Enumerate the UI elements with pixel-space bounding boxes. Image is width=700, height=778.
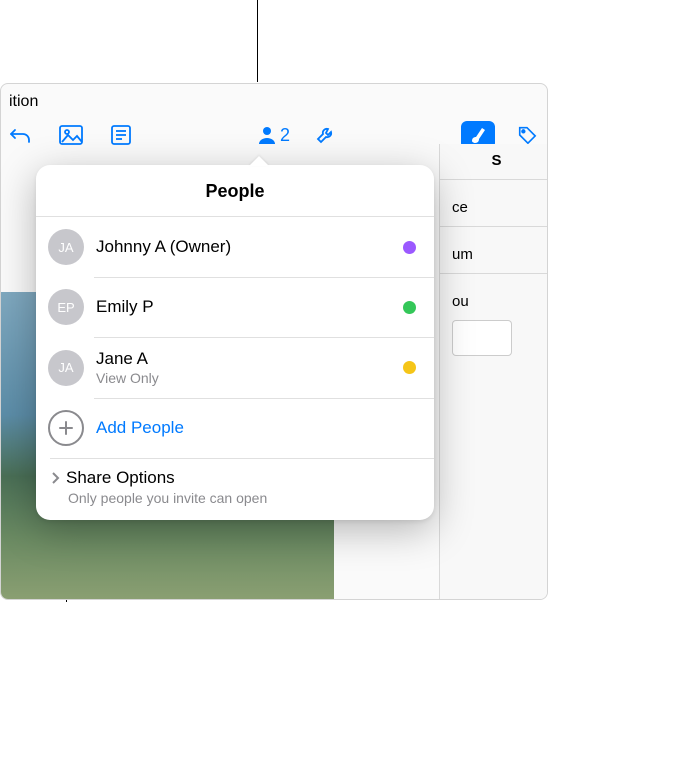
avatar: JA — [48, 350, 84, 386]
share-options-row[interactable]: Share Options Only people you invite can… — [36, 458, 434, 520]
inspector-row-column[interactable]: um — [440, 227, 547, 274]
inspector-row-appearance[interactable]: ce — [440, 180, 547, 227]
collaboration-button[interactable]: 2 — [256, 124, 290, 146]
undo-icon[interactable] — [7, 121, 35, 149]
tools-icon[interactable] — [312, 121, 340, 149]
presence-dot — [403, 241, 416, 254]
share-options-title: Share Options — [66, 468, 175, 488]
callout-line-top — [257, 0, 258, 82]
presence-dot — [403, 361, 416, 374]
popover-arrow — [249, 156, 269, 166]
presence-dot — [403, 301, 416, 314]
plus-icon — [48, 410, 84, 446]
person-permission: View Only — [96, 370, 395, 386]
avatar: EP — [48, 289, 84, 325]
add-people-row[interactable]: Add People — [36, 398, 434, 458]
inspector-row-layout[interactable]: ou — [440, 274, 547, 366]
person-name: Johnny A (Owner) — [96, 237, 395, 257]
inspector-panel: S ce um ou — [439, 144, 547, 600]
person-row[interactable]: EP Emily P — [36, 277, 434, 337]
people-popover: People JA Johnny A (Owner) EP Emily P JA… — [36, 165, 434, 520]
avatar: JA — [48, 229, 84, 265]
person-row-owner[interactable]: JA Johnny A (Owner) — [36, 217, 434, 277]
layout-swatch[interactable] — [452, 320, 512, 356]
window-title: ition — [1, 84, 547, 117]
text-icon[interactable] — [107, 121, 135, 149]
image-icon[interactable] — [57, 121, 85, 149]
collab-count: 2 — [280, 125, 290, 146]
chevron-right-icon — [50, 471, 60, 485]
add-people-label: Add People — [96, 418, 184, 438]
person-name: Jane A — [96, 349, 395, 369]
popover-title: People — [36, 165, 434, 217]
person-row[interactable]: JA Jane A View Only — [36, 337, 434, 398]
person-name: Emily P — [96, 297, 395, 317]
share-options-subtitle: Only people you invite can open — [68, 490, 420, 506]
inspector-header: S — [440, 144, 547, 180]
